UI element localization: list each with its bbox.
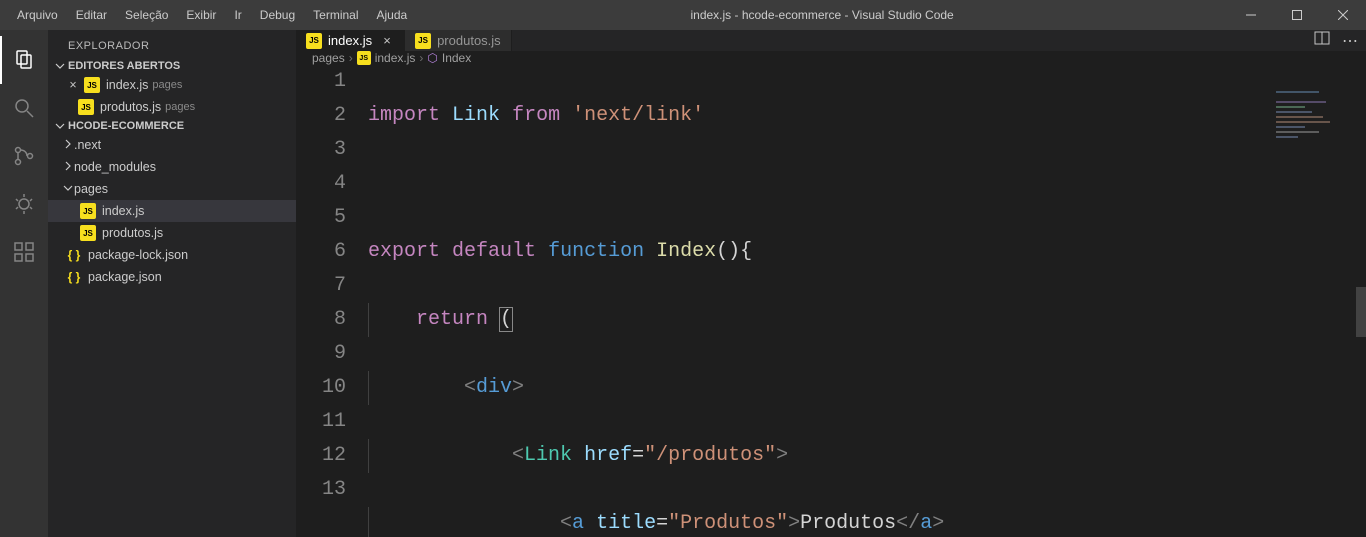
file-name: produtos.js <box>100 100 161 114</box>
file-folder: pages <box>152 79 182 91</box>
file-name: index.js <box>106 78 148 92</box>
symbol-icon: ⬡ <box>427 51 437 65</box>
tree-file[interactable]: JS index.js <box>48 200 296 222</box>
folder-name: .next <box>74 138 101 152</box>
tree-folder[interactable]: pages <box>48 178 296 200</box>
scrollbar-vertical[interactable] <box>1352 87 1366 537</box>
js-file-icon: JS <box>78 99 94 115</box>
activity-debug-icon[interactable] <box>0 180 48 228</box>
tree-file[interactable]: { } package-lock.json <box>48 244 296 266</box>
open-editor-item[interactable]: JS produtos.js pages <box>48 96 296 118</box>
chevron-down-icon <box>52 60 68 72</box>
chevron-right-icon <box>62 138 74 153</box>
file-name: package-lock.json <box>88 248 188 262</box>
project-header[interactable]: HCODE-ECOMMERCE <box>48 118 296 134</box>
tabbar: JS index.js × JS produtos.js ⋯ <box>296 30 1366 51</box>
minimap[interactable] <box>1272 87 1352 537</box>
tree-file[interactable]: { } package.json <box>48 266 296 288</box>
sidebar-title: EXPLORADOR <box>48 30 296 58</box>
close-icon[interactable]: × <box>66 78 80 92</box>
more-icon[interactable]: ⋯ <box>1342 31 1358 51</box>
scrollbar-thumb[interactable] <box>1356 287 1366 337</box>
tree-folder[interactable]: node_modules <box>48 156 296 178</box>
tree-file[interactable]: JS produtos.js <box>48 222 296 244</box>
json-file-icon: { } <box>66 269 82 285</box>
js-file-icon: JS <box>80 225 96 241</box>
tree-folder[interactable]: .next <box>48 134 296 156</box>
file-name: index.js <box>102 204 144 218</box>
activity-explorer-icon[interactable] <box>0 36 48 84</box>
maximize-button[interactable] <box>1274 0 1320 30</box>
file-name: produtos.js <box>102 226 163 240</box>
chevron-right-icon: › <box>349 51 353 65</box>
open-editor-item[interactable]: × JS index.js pages <box>48 74 296 96</box>
file-folder: pages <box>165 101 195 113</box>
menu-editar[interactable]: Editar <box>67 4 116 26</box>
activity-scm-icon[interactable] <box>0 132 48 180</box>
file-name: package.json <box>88 270 162 284</box>
menu-selecao[interactable]: Seleção <box>116 4 177 26</box>
breadcrumb-item[interactable]: pages <box>312 51 345 65</box>
editor-area: JS index.js × JS produtos.js ⋯ pages › J… <box>296 30 1366 537</box>
folder-name: node_modules <box>74 160 156 174</box>
js-file-icon: JS <box>84 77 100 93</box>
chevron-down-icon <box>62 182 74 197</box>
activity-search-icon[interactable] <box>0 84 48 132</box>
menu-terminal[interactable]: Terminal <box>304 4 367 26</box>
main-area: EXPLORADOR EDITORES ABERTOS × JS index.j… <box>0 30 1366 537</box>
menu-ajuda[interactable]: Ajuda <box>368 4 417 26</box>
code-editor[interactable]: 12345678910111213 import Link from 'next… <box>296 65 1366 537</box>
menu-debug[interactable]: Debug <box>251 4 304 26</box>
menu-arquivo[interactable]: Arquivo <box>8 4 67 26</box>
tab-label: index.js <box>328 33 372 48</box>
chevron-right-icon <box>62 160 74 175</box>
tab-actions: ⋯ <box>1314 30 1366 51</box>
activity-bar <box>0 30 48 537</box>
chevron-down-icon <box>52 120 68 132</box>
breadcrumb-item[interactable]: Index <box>442 51 471 65</box>
js-file-icon: JS <box>415 33 431 49</box>
folder-name: pages <box>74 182 108 196</box>
menubar: Arquivo Editar Seleção Exibir Ir Debug T… <box>0 4 416 26</box>
breadcrumb-item[interactable]: index.js <box>375 51 416 65</box>
menu-exibir[interactable]: Exibir <box>177 4 225 26</box>
code-content[interactable]: import Link from 'next/link' export defa… <box>368 65 1366 537</box>
project-label: HCODE-ECOMMERCE <box>68 120 184 132</box>
js-file-icon: JS <box>357 51 371 65</box>
gutter: 12345678910111213 <box>296 65 368 537</box>
close-button[interactable] <box>1320 0 1366 30</box>
js-file-icon: JS <box>80 203 96 219</box>
chevron-right-icon: › <box>419 51 423 65</box>
activity-extensions-icon[interactable] <box>0 228 48 276</box>
tab-index-js[interactable]: JS index.js × <box>296 30 405 51</box>
menu-ir[interactable]: Ir <box>225 4 250 26</box>
js-file-icon: JS <box>306 33 322 49</box>
sidebar: EXPLORADOR EDITORES ABERTOS × JS index.j… <box>48 30 296 537</box>
window-title: index.js - hcode-ecommerce - Visual Stud… <box>416 8 1228 22</box>
open-editors-label: EDITORES ABERTOS <box>68 60 180 72</box>
window-controls <box>1228 0 1366 30</box>
open-editors-header[interactable]: EDITORES ABERTOS <box>48 58 296 74</box>
tab-produtos-js[interactable]: JS produtos.js <box>405 30 512 51</box>
minimize-button[interactable] <box>1228 0 1274 30</box>
titlebar: Arquivo Editar Seleção Exibir Ir Debug T… <box>0 0 1366 30</box>
json-file-icon: { } <box>66 247 82 263</box>
tab-label: produtos.js <box>437 33 501 48</box>
breadcrumb[interactable]: pages › JS index.js › ⬡ Index <box>296 51 1366 65</box>
close-icon[interactable]: × <box>380 33 394 48</box>
split-editor-icon[interactable] <box>1314 30 1330 51</box>
